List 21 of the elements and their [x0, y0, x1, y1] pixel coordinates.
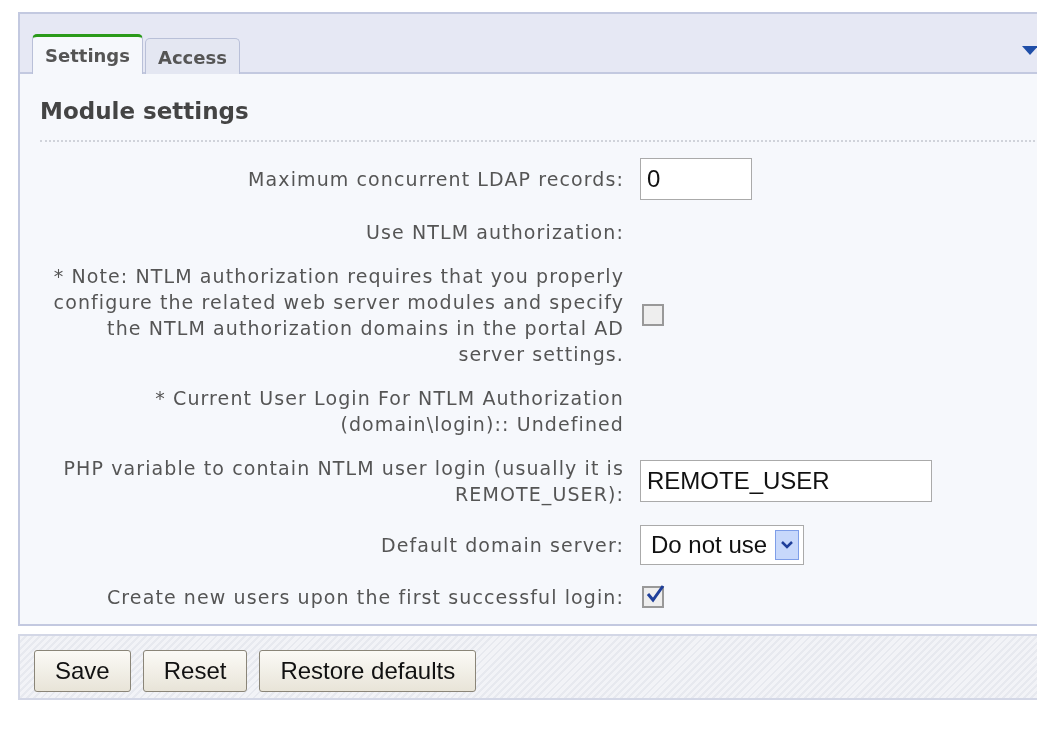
dropdown-arrow-icon[interactable] [1022, 46, 1037, 56]
section-heading: Module settings [40, 74, 1035, 142]
checkmark-icon [645, 583, 665, 604]
field-label: Create new users upon the first successful login: [106, 584, 624, 610]
text-field[interactable]: 0 [640, 158, 752, 200]
dropdown[interactable]: Do not use [640, 525, 805, 565]
field-label: Maximum concurrent LDAP records: [247, 167, 624, 192]
checkbox[interactable] [642, 585, 664, 608]
checkbox[interactable] [642, 304, 664, 326]
field-label: PHP variable to contain NTLM user login (usually it is REMOTE_USER): [62, 456, 624, 507]
tab[interactable]: Settings [32, 34, 143, 74]
tab[interactable]: Access [144, 38, 240, 74]
field-label: * Note: NTLM authorization requires that you properly configure the related web server modules and specify the NTLM authorization domains in the portal AD server settings. [52, 264, 624, 367]
button[interactable]: Save [34, 650, 131, 692]
chevron-down-icon[interactable] [781, 541, 794, 549]
button[interactable]: Restore defaults [259, 650, 477, 692]
button[interactable]: Reset [142, 650, 248, 692]
field-label: * Current User Login For NTLM Authorization (domain\login):: Undefined [154, 386, 624, 437]
text-field[interactable]: REMOTE_USER [640, 460, 932, 502]
field-label: Use NTLM authorization: [365, 219, 624, 245]
field-label: Default domain server: [379, 533, 624, 558]
